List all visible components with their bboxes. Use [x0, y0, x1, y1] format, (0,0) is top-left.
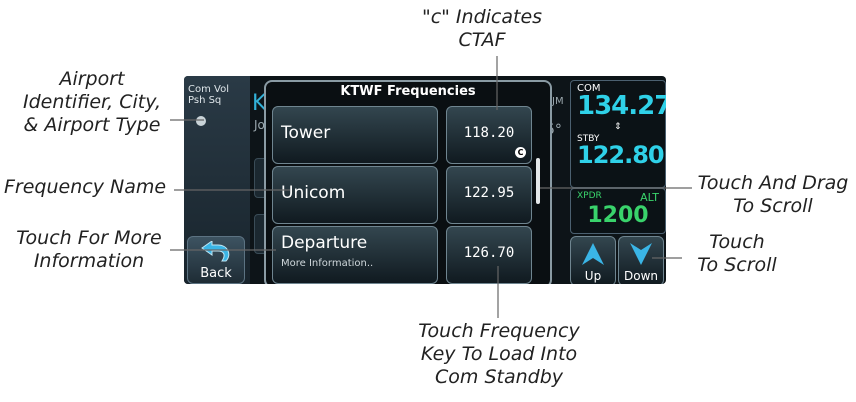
callout-leader-lines	[170, 56, 692, 318]
